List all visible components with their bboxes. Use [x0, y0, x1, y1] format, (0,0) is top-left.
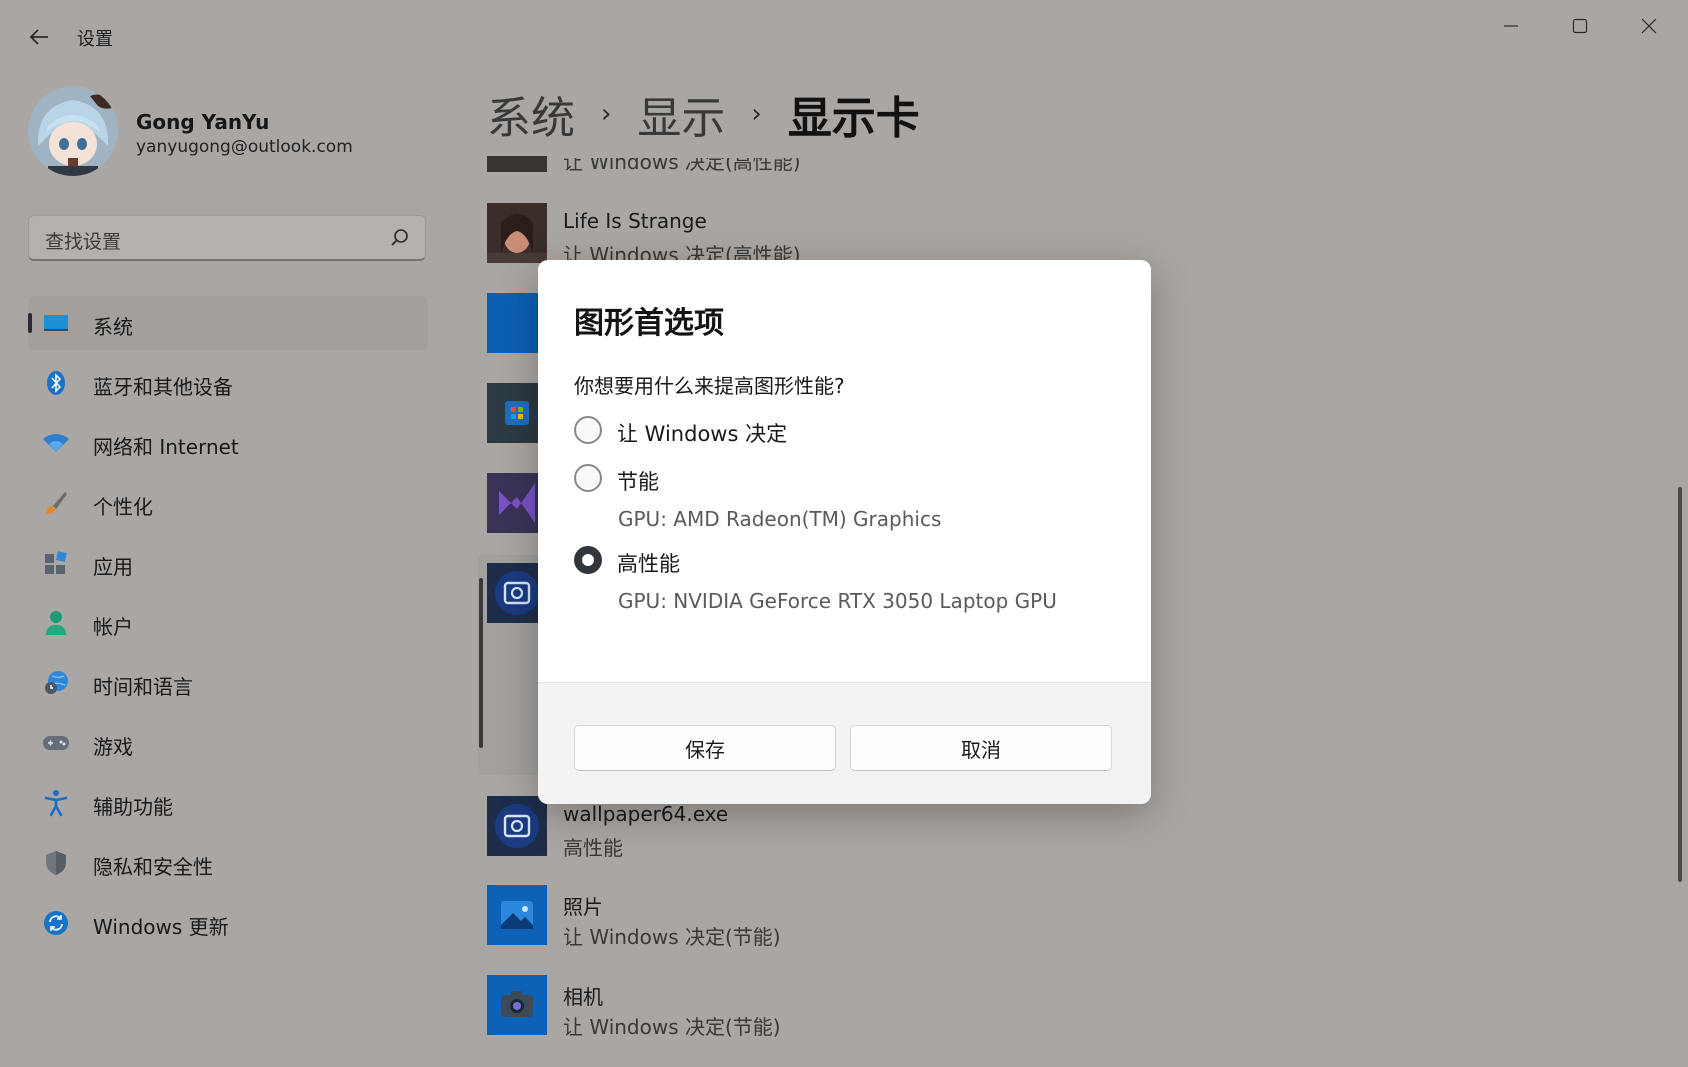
radio-label: 让 Windows 决定 — [617, 422, 788, 446]
app-preference: 让 Windows 决定(节能) — [563, 925, 781, 949]
radio-button[interactable] — [574, 416, 602, 444]
wifi-icon — [42, 429, 70, 457]
radio-option-power-saving[interactable]: 节能 — [574, 463, 1114, 495]
sidebar-item-accounts[interactable]: 帐户 — [28, 596, 428, 650]
list-item[interactable]: wallpaper64.exe 高性能 — [487, 796, 1667, 860]
sidebar-item-label: 系统 — [93, 315, 133, 339]
app-title: 设置 — [77, 29, 113, 50]
sidebar-item-label: 应用 — [93, 555, 133, 579]
back-button[interactable] — [22, 20, 56, 54]
window-scrollbar[interactable] — [1678, 487, 1682, 882]
photos-icon — [487, 885, 547, 945]
search-input[interactable]: 查找设置 — [28, 215, 426, 261]
update-icon — [42, 909, 70, 937]
sidebar-item-network[interactable]: 网络和 Internet — [28, 416, 428, 470]
list-item[interactable]: 相机 让 Windows 决定(节能) — [487, 975, 1667, 1039]
brush-icon — [42, 489, 70, 517]
profile-name: Gong YanYu — [136, 110, 270, 134]
settings-window: 设置 Gong YanYu yanyugong@outlook.com 查找设置 — [0, 0, 1688, 1067]
radio-option-let-windows-decide[interactable]: 让 Windows 决定 — [574, 415, 1114, 447]
gamepad-icon — [42, 729, 70, 757]
sidebar-item-label: 网络和 Internet — [93, 435, 239, 459]
radio-button[interactable] — [574, 464, 602, 492]
dialog-title: 图形首选项 — [574, 306, 724, 341]
radio-label: 节能 — [617, 470, 659, 494]
app-name: 照片 — [563, 895, 603, 919]
save-button[interactable]: 保存 — [574, 725, 836, 771]
sidebar-item-label: 个性化 — [93, 495, 153, 519]
anime-avatar-icon — [28, 86, 118, 176]
selection-indicator — [28, 313, 32, 333]
gpu-description: GPU: AMD Radeon(TM) Graphics — [618, 507, 942, 531]
close-icon — [1641, 18, 1657, 34]
app-name: Life Is Strange — [563, 209, 707, 233]
sidebar-item-apps[interactable]: 应用 — [28, 536, 428, 590]
graphics-preference-dialog: 图形首选项 你想要用什么来提高图形性能? 让 Windows 决定 节能 GPU… — [538, 260, 1151, 804]
close-button[interactable] — [1616, 6, 1682, 46]
dialog-question: 你想要用什么来提高图形性能? — [574, 374, 845, 398]
sidebar-item-label: 时间和语言 — [93, 675, 193, 699]
apps-icon — [42, 549, 70, 577]
list-item[interactable]: 照片 让 Windows 决定(节能) — [487, 885, 1667, 949]
bluetooth-icon — [42, 369, 70, 397]
maximize-icon — [1572, 18, 1588, 34]
sidebar-item-label: Windows 更新 — [93, 915, 229, 939]
sidebar-item-label: 帐户 — [93, 615, 133, 639]
sidebar-item-label: 游戏 — [93, 735, 133, 759]
minimize-button[interactable] — [1478, 6, 1544, 46]
camera-icon — [487, 975, 547, 1035]
globe-clock-icon — [42, 669, 70, 697]
wallpaper-engine-icon — [487, 796, 547, 856]
radio-label: 高性能 — [617, 552, 680, 576]
list-item[interactable]: 让 Windows 决定(高性能) — [487, 112, 1667, 174]
list-item[interactable]: Life Is Strange 让 Windows 决定(高性能) — [487, 203, 1667, 267]
sidebar-item-time-language[interactable]: 时间和语言 — [28, 656, 428, 710]
sidebar-item-windows-update[interactable]: Windows 更新 — [28, 896, 428, 950]
monitor-icon — [42, 309, 70, 337]
app-preference: 让 Windows 决定(高性能) — [563, 150, 801, 174]
sidebar-item-accessibility[interactable]: 辅助功能 — [28, 776, 428, 830]
sidebar-item-privacy-security[interactable]: 隐私和安全性 — [28, 836, 428, 890]
list-scrollbar[interactable] — [479, 578, 483, 748]
avatar[interactable] — [28, 86, 118, 176]
gpu-description: GPU: NVIDIA GeForce RTX 3050 Laptop GPU — [618, 589, 1057, 613]
sidebar-item-label: 隐私和安全性 — [93, 855, 213, 879]
app-name: 相机 — [563, 985, 603, 1009]
radio-button-selected[interactable] — [574, 546, 602, 574]
accessibility-icon — [42, 789, 70, 817]
shield-icon — [42, 849, 70, 877]
sidebar-item-label: 辅助功能 — [93, 795, 173, 819]
app-preference: 让 Windows 决定(节能) — [563, 1015, 781, 1039]
cancel-button[interactable]: 取消 — [850, 725, 1112, 771]
person-icon — [42, 609, 70, 637]
title-bar: 设置 — [0, 0, 1688, 76]
sidebar-item-gaming[interactable]: 游戏 — [28, 716, 428, 770]
profile-email: yanyugong@outlook.com — [136, 137, 353, 157]
search-placeholder: 查找设置 — [45, 231, 122, 253]
radio-option-high-performance[interactable]: 高性能 — [574, 545, 1114, 577]
app-thumbnail — [487, 156, 547, 172]
app-preference: 高性能 — [563, 836, 623, 860]
app-name: wallpaper64.exe — [563, 802, 729, 826]
dialog-footer: 保存 取消 — [538, 682, 1151, 804]
sidebar-nav: 系统 蓝牙和其他设备 网络和 Internet 个性化 应用 帐户 时间和语言 … — [28, 296, 428, 956]
app-thumbnail — [487, 203, 547, 263]
minimize-icon — [1504, 25, 1518, 27]
search-icon[interactable] — [389, 227, 411, 249]
sidebar-item-bluetooth[interactable]: 蓝牙和其他设备 — [28, 356, 428, 410]
sidebar-item-label: 蓝牙和其他设备 — [93, 375, 233, 399]
sidebar-item-system[interactable]: 系统 — [28, 296, 428, 350]
maximize-button[interactable] — [1547, 6, 1613, 46]
arrow-left-icon — [29, 29, 48, 45]
sidebar-item-personalization[interactable]: 个性化 — [28, 476, 428, 530]
